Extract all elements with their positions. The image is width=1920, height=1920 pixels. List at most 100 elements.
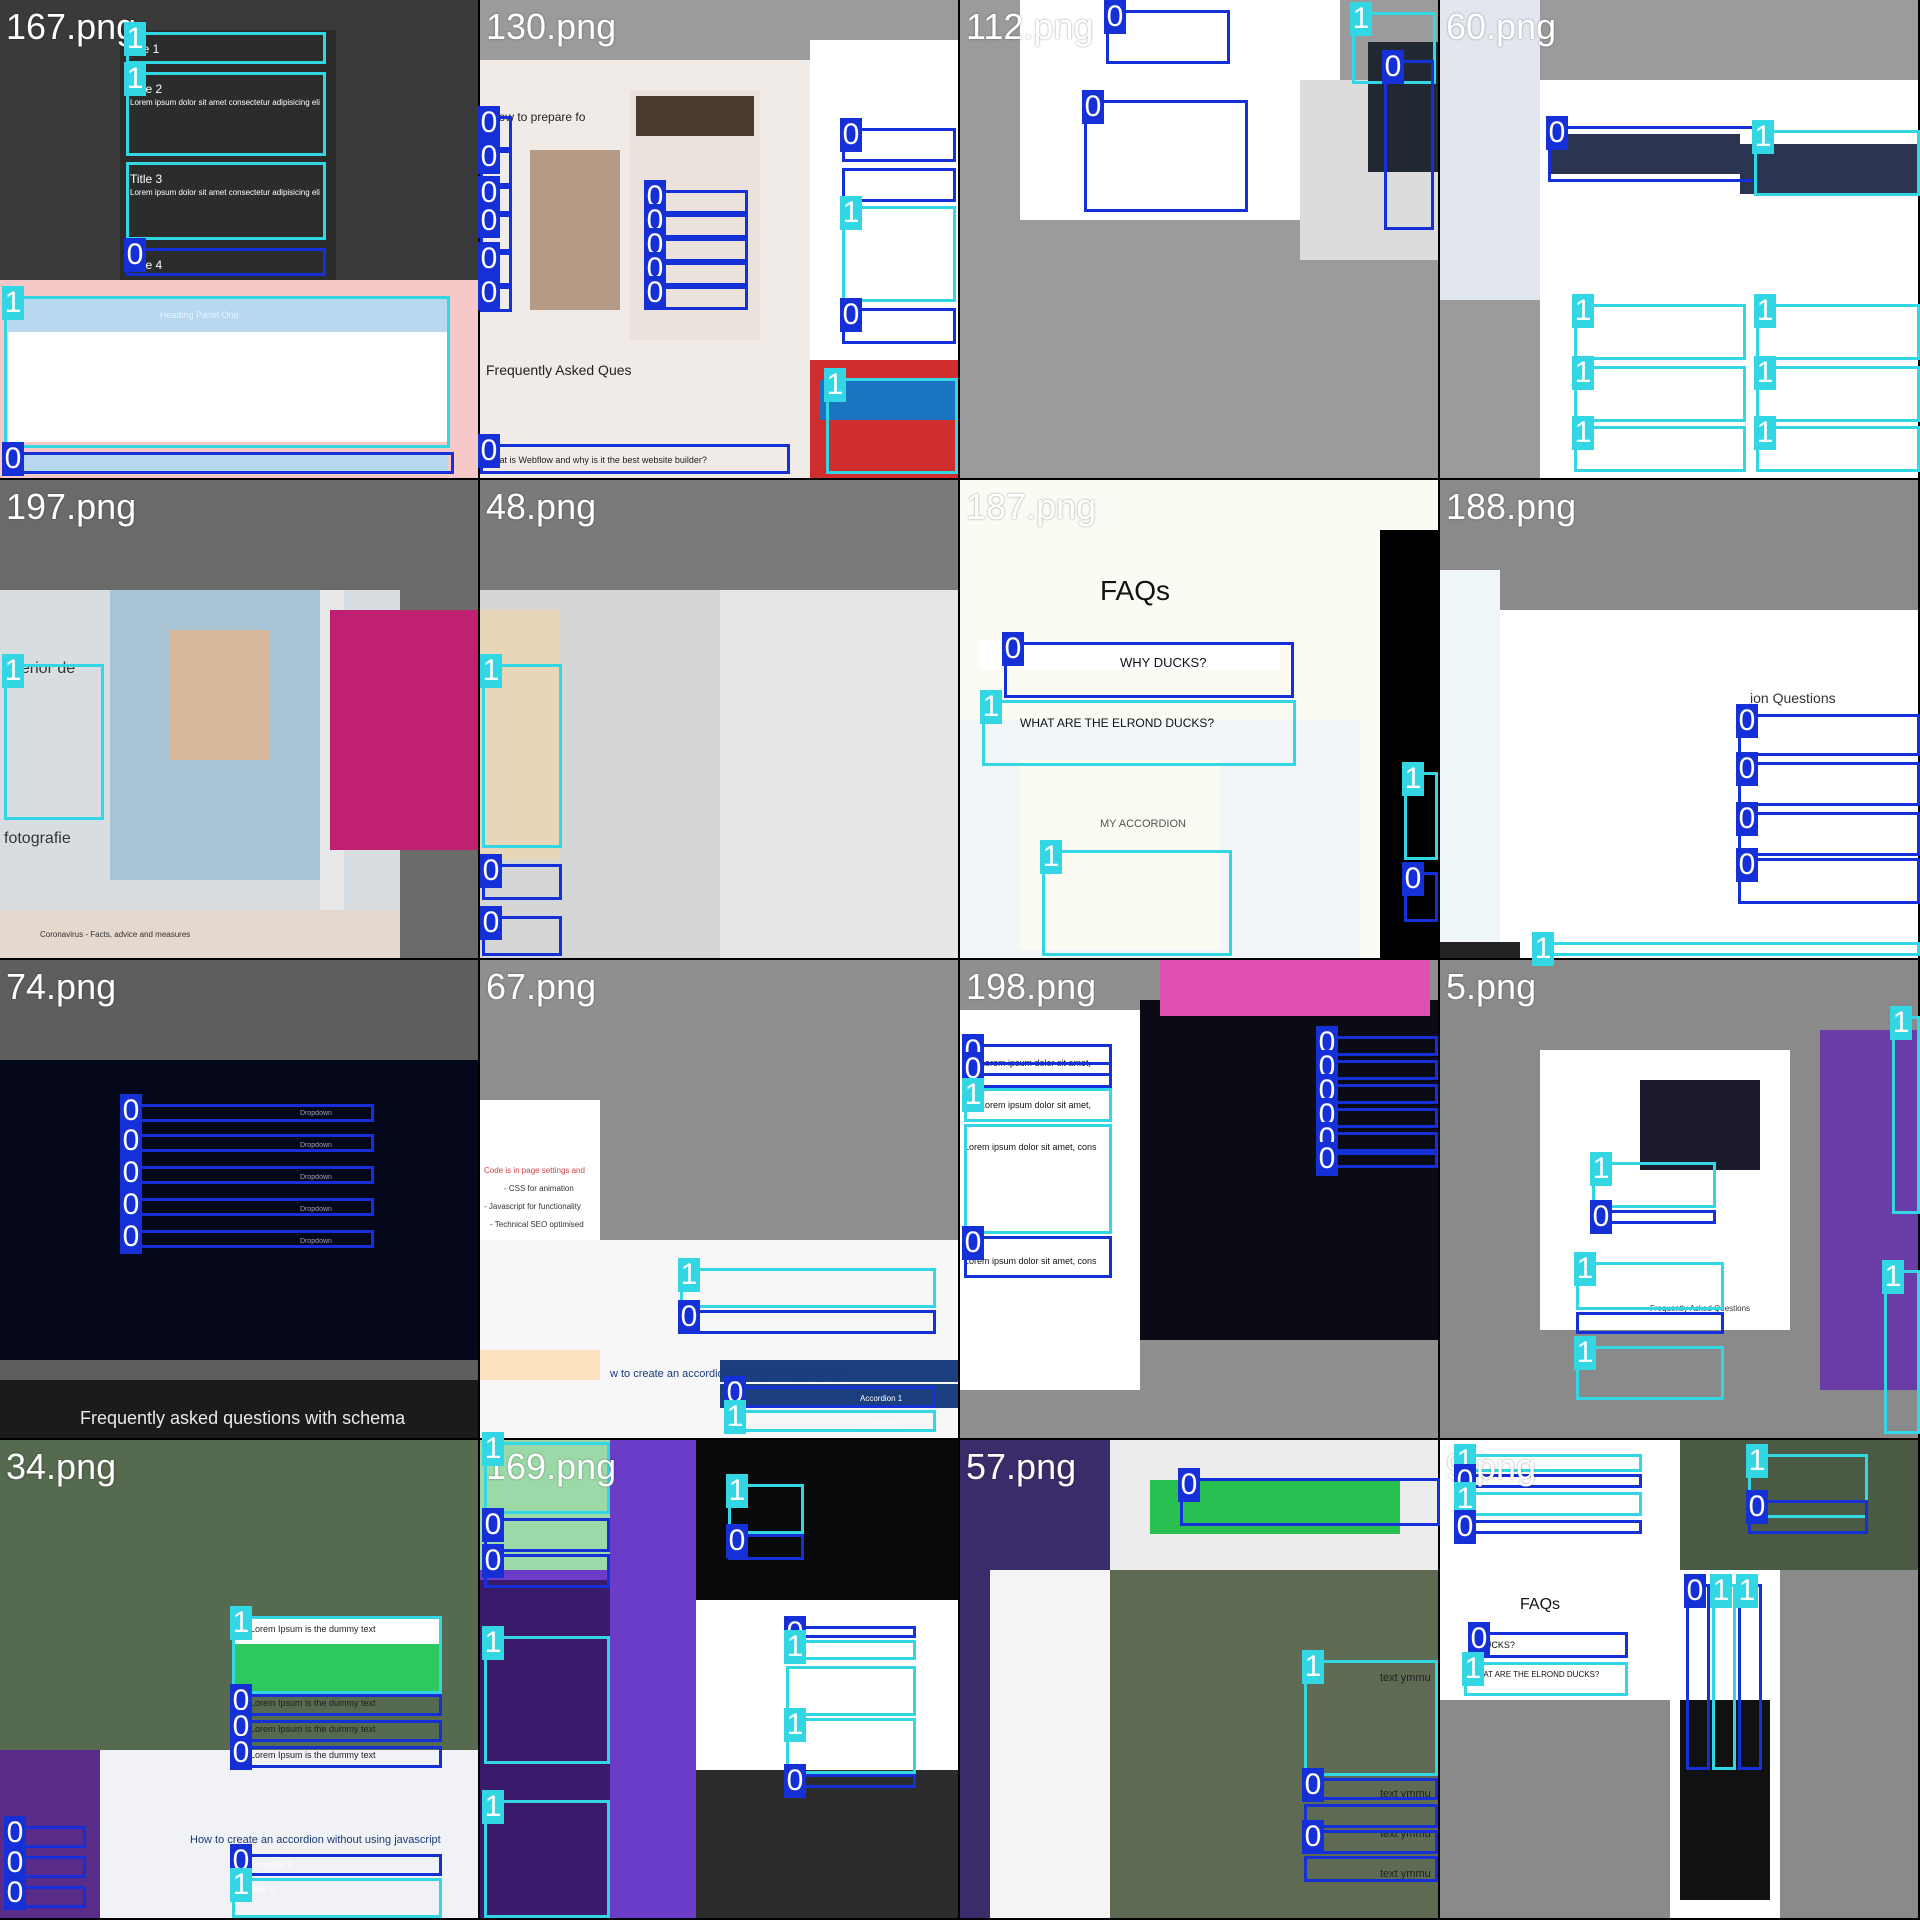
interactable-bbox — [1534, 942, 1920, 956]
interactable-bbox — [482, 664, 562, 848]
tile-text: Code is in page settings and — [484, 1166, 585, 1175]
bbox-label-tag: 1 — [230, 1868, 252, 1902]
bbox-label-tag: 0 — [4, 1846, 26, 1880]
non-interactable-bbox — [1084, 100, 1248, 212]
bbox-label-tag: 0 — [1546, 116, 1568, 150]
non-interactable-bbox — [1738, 762, 1920, 806]
bbox-label-tag: 0 — [1454, 1510, 1476, 1544]
non-interactable-bbox — [122, 1198, 374, 1216]
tile-filename-label: 112.png — [966, 6, 1094, 47]
tile-filename-label: 198.png — [966, 966, 1097, 1007]
bbox-label-tag: 0 — [124, 238, 146, 272]
bbox-label-tag: 0 — [478, 276, 500, 310]
interactable-bbox — [1574, 304, 1746, 360]
bbox-label-tag: 0 — [1746, 1490, 1768, 1524]
bbox-label-tag: 1 — [1350, 2, 1372, 36]
interactable-bbox — [1754, 130, 1920, 196]
tile-filename-label: 74.png — [6, 966, 117, 1007]
bbox-label-tag: 1 — [230, 1606, 252, 1640]
bbox-label-tag: 1 — [1736, 1574, 1758, 1608]
tile-text: MY ACCORDION — [1100, 818, 1186, 830]
tile-content-block — [1640, 1080, 1760, 1170]
bbox-label-tag: 0 — [678, 1300, 700, 1334]
bbox-label-tag: 1 — [482, 1432, 504, 1466]
bbox-label-tag: 1 — [784, 1708, 806, 1742]
bbox-label-tag: 0 — [1302, 1768, 1324, 1802]
bbox-label-tag: 0 — [1736, 802, 1758, 836]
bbox-label-tag: 1 — [824, 368, 846, 402]
interactable-bbox — [964, 1088, 1112, 1122]
interactable-bbox — [126, 32, 326, 64]
bbox-label-tag: 0 — [120, 1188, 142, 1222]
non-interactable-bbox — [1304, 1856, 1438, 1882]
bbox-label-tag: 1 — [1746, 1444, 1768, 1478]
non-interactable-bbox — [1384, 60, 1434, 230]
bbox-label-tag: 0 — [482, 1544, 504, 1578]
tile-text: ion Questions — [1750, 690, 1836, 706]
bbox-label-tag: 0 — [840, 118, 862, 152]
bbox-label-tag: 1 — [1754, 294, 1776, 328]
bbox-label-tag: 0 — [478, 434, 500, 468]
bbox-label-tag: 1 — [480, 654, 502, 688]
non-interactable-bbox — [232, 1720, 442, 1742]
non-interactable-bbox — [122, 1134, 374, 1152]
bbox-label-tag: 0 — [726, 1524, 748, 1558]
non-interactable-bbox — [1470, 1632, 1628, 1658]
bbox-label-tag: 1 — [1574, 1336, 1596, 1370]
tile-text: - Technical SEO optimised — [490, 1220, 584, 1229]
bbox-label-tag: 1 — [784, 1630, 806, 1664]
bbox-label-tag: 0 — [480, 906, 502, 940]
bbox-label-tag: 0 — [1736, 704, 1758, 738]
non-interactable-bbox — [1738, 1584, 1762, 1770]
bbox-label-tag: 1 — [482, 1626, 504, 1660]
non-interactable-bbox — [1576, 1312, 1724, 1334]
interactable-bbox — [1042, 850, 1232, 956]
tile-text: - Javascript for functionality — [484, 1202, 581, 1211]
bbox-label-tag: 0 — [962, 1226, 984, 1260]
tile-content-block — [170, 630, 270, 760]
bbox-label-tag: 0 — [478, 106, 500, 140]
bbox-label-tag: 0 — [120, 1124, 142, 1158]
bbox-label-tag: 0 — [784, 1764, 806, 1798]
bbox-label-tag: 1 — [1572, 416, 1594, 450]
tile-content-block — [1440, 570, 1500, 958]
non-interactable-bbox — [1304, 1804, 1438, 1828]
tile-content-block — [990, 1570, 1110, 1918]
non-interactable-bbox — [480, 444, 790, 474]
tile-text: FAQs — [1520, 1596, 1561, 1613]
tile-filename-label: 67.png — [486, 966, 597, 1007]
interactable-bbox — [1304, 1660, 1438, 1776]
interactable-bbox — [1576, 1346, 1724, 1400]
non-interactable-bbox — [1004, 642, 1294, 698]
tile-content-block — [636, 96, 754, 136]
interactable-bbox — [982, 700, 1296, 766]
bbox-label-tag: 1 — [1462, 1652, 1484, 1686]
non-interactable-bbox — [1738, 858, 1920, 904]
tile-filename-label: 167.png — [6, 6, 137, 47]
non-interactable-bbox — [726, 1386, 936, 1408]
bbox-label-tag: 0 — [120, 1220, 142, 1254]
non-interactable-bbox — [122, 1166, 374, 1184]
interactable-bbox — [1574, 426, 1746, 472]
bbox-label-tag: 0 — [644, 276, 666, 310]
interactable-bbox — [726, 1410, 936, 1432]
bbox-label-tag: 1 — [1532, 932, 1554, 966]
bbox-label-tag: 0 — [2, 442, 24, 476]
non-interactable-bbox — [232, 1694, 442, 1716]
bbox-label-tag: 1 — [2, 654, 24, 688]
interactable-bbox — [126, 72, 326, 156]
interactable-bbox — [1712, 1584, 1736, 1770]
interactable-bbox — [1456, 1492, 1642, 1516]
bbox-label-tag: 1 — [124, 62, 146, 96]
bbox-label-tag: 0 — [1684, 1574, 1706, 1608]
tile-filename-label: 169.png — [486, 1446, 617, 1487]
bbox-label-tag: 0 — [230, 1736, 252, 1770]
interactable-bbox — [1574, 366, 1746, 422]
interactable-bbox — [1892, 1016, 1920, 1214]
bbox-label-tag: 1 — [1574, 1252, 1596, 1286]
interactable-bbox — [1756, 366, 1920, 422]
tile-content-block — [480, 1350, 600, 1380]
interactable-bbox — [964, 1124, 1112, 1234]
interactable-bbox — [1756, 426, 1920, 472]
tile-text: - CSS for animation — [504, 1184, 574, 1193]
